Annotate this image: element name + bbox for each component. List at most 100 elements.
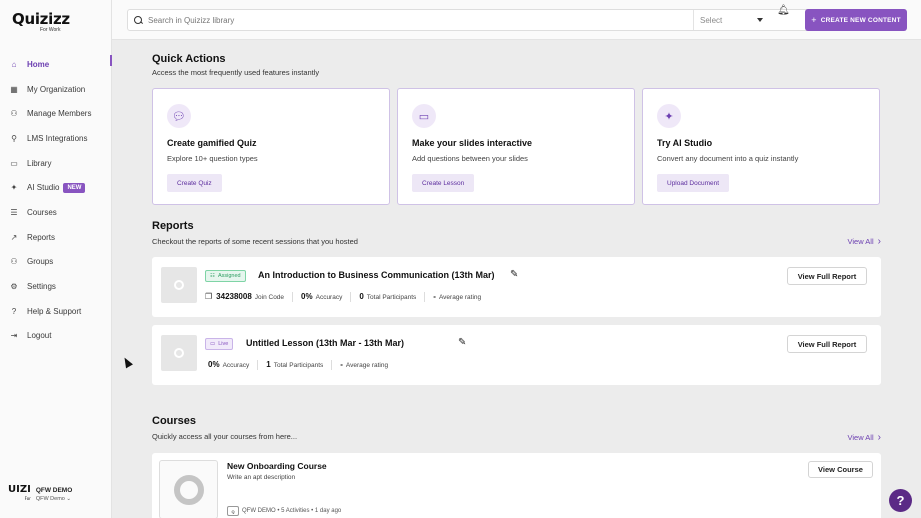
sidebar-item-label: LMS Integrations [27, 133, 88, 143]
reports-view-all-link[interactable]: View All › [848, 236, 881, 247]
sidebar-item-label: Manage Members [27, 109, 92, 119]
view-course-button[interactable]: View Course [808, 461, 873, 478]
organization-switcher[interactable]: UIZI For QFW DEMO QFW Demo ⌄ [8, 485, 72, 503]
sidebar-item-label: Groups [27, 257, 54, 267]
caret-down-icon [757, 18, 763, 22]
card-desc: Add questions between your slides [412, 154, 528, 163]
sidebar-item-my-organization[interactable]: ▦ My Organization [0, 77, 112, 102]
sidebar-item-manage-members[interactable]: ⚇ Manage Members [0, 101, 112, 126]
home-icon: ⌂ [11, 59, 17, 69]
sidebar-item-help-support[interactable]: ? Help & Support [0, 299, 112, 324]
sidebar-item-ai-studio[interactable]: ✦ AI Studio NEW [0, 175, 112, 200]
logo-text: Quizizz [12, 10, 70, 28]
chevron-right-icon: › [877, 236, 881, 247]
status-badge: ☷ Assigned [205, 270, 246, 282]
sidebar-nav: ⌂ Home ▦ My Organization ⚇ Manage Member… [0, 52, 112, 348]
edit-icon[interactable]: ✎ [510, 269, 518, 280]
join-code: 34238008 [216, 292, 252, 301]
report-card[interactable]: ▭ Live Untitled Lesson (13th Mar - 13th M… [152, 325, 881, 385]
quick-action-card-lesson[interactable]: ▭ Make your slides interactive Add quest… [397, 88, 635, 205]
sparkle-icon: ✦ [657, 104, 681, 128]
sidebar-item-label: Home [27, 59, 50, 69]
sidebar-item-logout[interactable]: ⇥ Logout [0, 324, 112, 349]
org-logo: UIZI For [8, 484, 31, 502]
library-select[interactable]: Select [693, 10, 771, 30]
search-input[interactable]: Search in Quizizz library [148, 16, 881, 25]
course-desc: Write an apt description [227, 474, 296, 481]
quick-action-card-ai-studio[interactable]: ✦ Try AI Studio Convert any document int… [642, 88, 880, 205]
report-thumbnail [161, 267, 197, 303]
org-sub: QFW Demo ⌄ [35, 495, 71, 502]
courses-icon: ☰ [10, 207, 18, 217]
card-title: Make your slides interactive [412, 138, 533, 148]
sidebar-item-courses[interactable]: ☰ Courses [0, 200, 112, 225]
upload-document-button[interactable]: Upload Document [657, 174, 730, 192]
course-thumbnail [159, 460, 218, 518]
course-title[interactable]: New Onboarding Course [227, 461, 327, 471]
presentation-icon: ▭ [210, 341, 216, 347]
create-quiz-button[interactable]: Create Quiz [167, 174, 222, 192]
copy-icon[interactable]: ❐ [205, 292, 212, 301]
report-card[interactable]: ☷ Assigned An Introduction to Business Co… [152, 257, 881, 317]
top-bar: Search in Quizizz library Select 🔔︎ + CR… [112, 0, 921, 40]
sidebar-item-settings[interactable]: ⚙ Settings [0, 274, 112, 299]
presentation-icon: ▭ [412, 104, 436, 128]
report-stats: 0% Accuracy 1 Total Participants - Average … [208, 360, 389, 370]
sidebar-item-label: Courses [27, 207, 57, 217]
quick-actions-title: Quick Actions [152, 53, 226, 65]
lms-icon: ⚲ [11, 133, 17, 143]
quick-actions-subtitle: Access the most frequently used features… [152, 68, 320, 77]
org-name: QFW DEMO [35, 486, 73, 494]
report-stats: ❐ 34238008 Join Code 0% Accuracy 0 Total Par… [205, 292, 482, 302]
groups-icon: ⚇ [10, 257, 18, 267]
view-full-report-button[interactable]: View Full Report [787, 335, 867, 353]
members-icon: ⚇ [10, 109, 18, 119]
question-icon: ? [11, 306, 17, 316]
sidebar: Quizizz For Work ⌂ Home ▦ My Organizatio… [0, 0, 112, 518]
list-icon: ☷ [210, 273, 215, 279]
sidebar-item-lms-integrations[interactable]: ⚲ LMS Integrations [0, 126, 112, 151]
chevron-right-icon: › [877, 432, 881, 443]
sidebar-item-label: My Organization [27, 84, 86, 94]
sidebar-item-label: Library [27, 158, 52, 168]
create-new-content-button[interactable]: + CREATE NEW CONTENT [805, 9, 907, 31]
bell-icon[interactable]: 🔔︎ [777, 5, 790, 16]
quick-action-card-quiz[interactable]: 💬︎ Create gamified Quiz Explore 10+ ques… [152, 88, 390, 205]
organization-icon: ▦ [10, 84, 18, 94]
sidebar-item-reports[interactable]: ↗ Reports [0, 225, 112, 250]
report-title[interactable]: An Introduction to Business Communicatio… [258, 270, 495, 280]
status-badge: ▭ Live [205, 338, 234, 350]
sidebar-item-home[interactable]: ⌂ Home [0, 52, 112, 77]
report-title[interactable]: Untitled Lesson (13th Mar - 13th Mar) [246, 338, 404, 348]
new-badge: NEW [63, 182, 86, 193]
card-desc: Convert any document into a quiz instant… [657, 154, 799, 163]
search-bar[interactable]: Search in Quizizz library Select [127, 9, 882, 31]
plus-icon: + [811, 15, 817, 25]
sparkle-icon: ✦ [10, 183, 18, 193]
sidebar-item-label: Reports [27, 232, 56, 242]
card-desc: Explore 10+ question types [167, 154, 258, 163]
card-title: Try AI Studio [657, 138, 713, 148]
reports-icon: ↗ [10, 232, 18, 242]
org-logo-icon: Q [227, 506, 239, 516]
courses-view-all-link[interactable]: View All › [848, 432, 881, 443]
search-icon [134, 15, 143, 25]
reports-title: Reports [152, 220, 194, 232]
create-lesson-button[interactable]: Create Lesson [412, 174, 475, 192]
view-full-report-button[interactable]: View Full Report [787, 267, 867, 285]
sidebar-item-label: AI Studio [27, 183, 60, 193]
gear-icon: ⚙ [10, 282, 18, 292]
chat-bubbles-icon: 💬︎ [167, 104, 191, 128]
help-button[interactable]: ? [889, 489, 912, 512]
sidebar-item-label: Help & Support [27, 306, 82, 316]
select-label: Select [700, 15, 723, 25]
quizizz-logo[interactable]: Quizizz For Work [12, 10, 70, 33]
chevron-down-icon: ⌄ [66, 495, 71, 502]
edit-icon[interactable]: ✎ [458, 337, 466, 348]
reports-subtitle: Checkout the reports of some recent sess… [152, 237, 358, 246]
course-card[interactable]: New Onboarding Course Write an apt descr… [152, 453, 881, 518]
sidebar-item-label: Settings [27, 282, 56, 292]
sidebar-item-groups[interactable]: ⚇ Groups [0, 250, 112, 275]
sidebar-item-library[interactable]: ▭ Library [0, 151, 112, 176]
card-title: Create gamified Quiz [167, 138, 257, 148]
